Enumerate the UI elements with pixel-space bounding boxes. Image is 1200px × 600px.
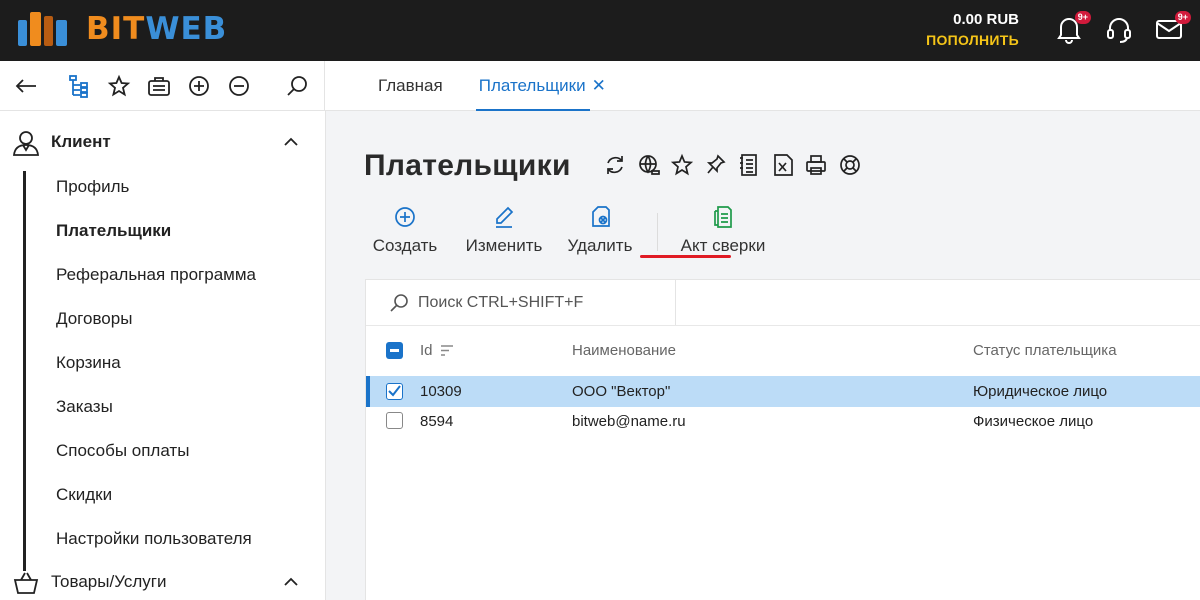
sidebar-item-referral[interactable]: Реферальная программа [56,265,256,285]
column-header-id[interactable]: Id [420,342,454,359]
star-icon[interactable] [671,153,693,177]
sidebar-section-label: Товары/Услуги [51,572,167,591]
balance-widget[interactable]: 0.00 RUB ПОПОЛНИТЬ [926,11,1019,48]
back-arrow-icon[interactable] [14,74,38,98]
create-button[interactable]: Создать [364,205,446,256]
cell-id: 10309 [420,383,462,400]
toolbar-row: Главная Плательщики ✕ [0,61,1200,111]
sort-icon[interactable] [440,344,454,357]
highlight-underline [640,255,731,258]
quick-tools [0,61,325,111]
search-input[interactable] [418,291,658,315]
help-lifebuoy-icon[interactable] [839,153,861,177]
main-content: Плательщики Создать Изменить Удалить Акт… [327,111,1200,600]
cell-id: 8594 [420,413,454,430]
sidebar-item-orders[interactable]: Заказы [56,397,113,417]
tab-home[interactable]: Главная [360,61,461,111]
basket-icon [13,572,39,594]
add-circle-icon [395,207,415,227]
collapse-minus-icon[interactable] [227,74,251,98]
column-header-status[interactable]: Статус плательщика [973,342,1117,359]
sidebar-item-payers[interactable]: Плательщики [56,221,171,241]
notifications-badge: 9+ [1074,11,1091,24]
search-icon [390,294,408,312]
nav-indent-line [23,171,26,571]
brand-name: BITWEB [86,11,228,47]
expand-plus-icon[interactable] [187,74,211,98]
table-row[interactable]: 8594 bitweb@name.ru Физическое лицо [366,407,1200,438]
title-toolbar [604,153,872,177]
column-header-name[interactable]: Наименование [572,342,676,359]
document-list-icon[interactable] [738,153,760,177]
sidebar-section-client[interactable]: Клиент [0,121,326,165]
logo-mark-icon [18,12,72,46]
globe-link-icon[interactable] [638,153,660,177]
sidebar-item-cart[interactable]: Корзина [56,353,121,373]
topup-link[interactable]: ПОПОЛНИТЬ [926,32,1019,48]
top-bar: BITWEB 0.00 RUB ПОПОЛНИТЬ 9+ 9+ [0,0,1200,61]
support-button[interactable] [1105,14,1135,44]
row-checkbox[interactable] [386,383,403,400]
excel-export-icon[interactable] [772,153,794,177]
search-box [366,280,676,325]
check-icon [388,385,401,397]
sidebar-item-payment-methods[interactable]: Способы оплаты [56,441,189,461]
tab-payers[interactable]: Плательщики ✕ [461,61,624,111]
chevron-up-icon [284,577,298,586]
delete-document-icon [592,206,610,227]
table-row[interactable]: 10309 ООО "Вектор" Юридическое лицо [366,376,1200,407]
messages-badge: 9+ [1174,11,1191,24]
messages-button[interactable]: 9+ [1155,11,1191,44]
reconciliation-act-button[interactable]: Акт сверки [675,205,771,256]
spreadsheet-document-icon [714,206,732,228]
pin-icon[interactable] [705,153,727,177]
divider [366,325,1200,326]
refresh-icon[interactable] [604,153,626,177]
edit-button[interactable]: Изменить [460,205,548,256]
delete-button[interactable]: Удалить [564,205,636,256]
tab-close-icon[interactable]: ✕ [592,76,606,95]
balance-amount: 0.00 RUB [953,11,1019,28]
pencil-icon [496,206,514,228]
chevron-up-icon [284,137,298,146]
select-all-checkbox[interactable] [386,342,403,359]
sidebar-item-contracts[interactable]: Договоры [56,309,132,329]
cell-name: bitweb@name.ru [572,413,686,430]
sidebar-section-label: Клиент [51,132,111,151]
sidebar-item-profile[interactable]: Профиль [56,177,129,197]
sidebar: Клиент Профиль Плательщики Реферальная п… [0,111,326,600]
page-title: Плательщики [364,149,571,182]
cell-status: Юридическое лицо [973,383,1108,400]
tab-bar: Главная Плательщики ✕ [360,61,624,111]
action-separator [657,213,658,251]
sidebar-item-discounts[interactable]: Скидки [56,485,112,505]
briefcase-icon[interactable] [147,74,171,98]
headset-icon [1107,18,1131,43]
print-icon[interactable] [805,153,827,177]
payers-table: Id Наименование Статус плательщика 10309… [365,279,1200,600]
cell-status: Физическое лицо [973,413,1094,430]
tree-structure-icon[interactable] [67,74,91,98]
user-icon [13,131,39,156]
notifications-button[interactable]: 9+ [1055,11,1091,44]
star-icon[interactable] [107,74,131,98]
row-checkbox[interactable] [386,412,403,429]
sidebar-section-goods[interactable]: Товары/Услуги [0,561,326,600]
cell-name: ООО "Вектор" [572,383,671,400]
brand-logo[interactable]: BITWEB [18,12,227,46]
search-icon[interactable] [285,74,309,98]
sidebar-item-user-settings[interactable]: Настройки пользователя [56,529,252,549]
